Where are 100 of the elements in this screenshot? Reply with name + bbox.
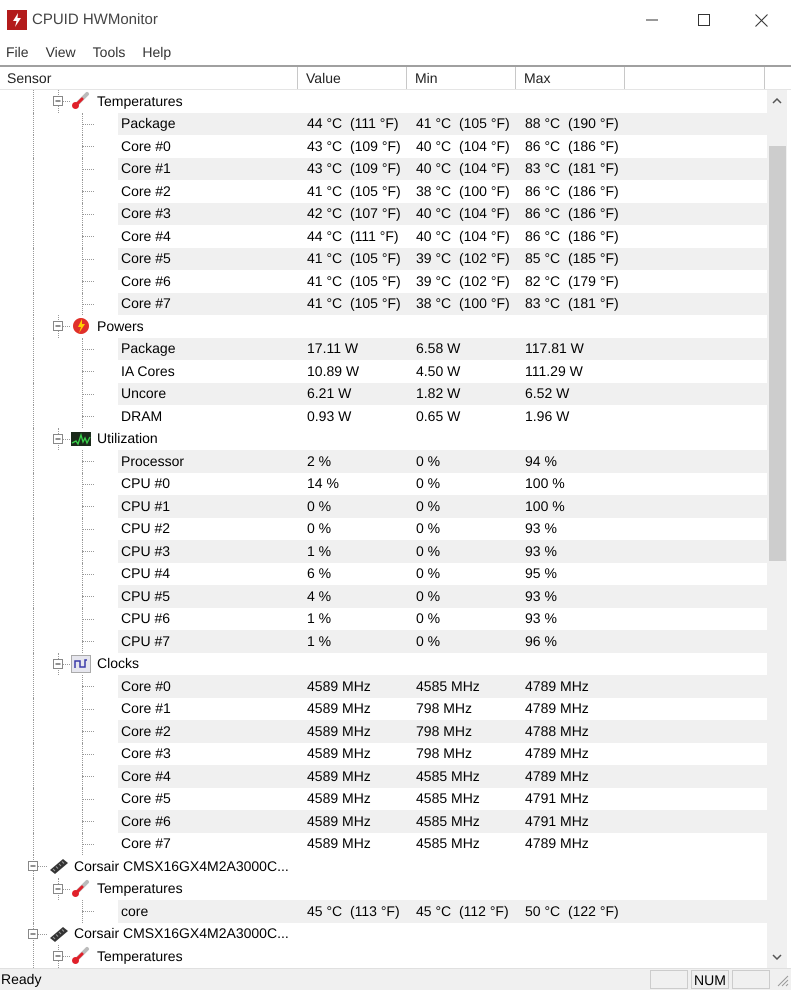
min-cell-text: 0 % (415, 542, 442, 561)
value-cell-text: 6 % (306, 564, 332, 584)
min-cell-text: 0 % (415, 632, 442, 651)
sensor-label[interactable]: Core #5 (118, 788, 298, 810)
sensor-label[interactable]: CPU #5 (118, 586, 298, 607)
column-header[interactable]: Max (516, 67, 625, 89)
value-cell-text: 41 °C (105 °F) (306, 294, 402, 314)
sensor-label[interactable]: DRAM (118, 406, 298, 427)
device-label[interactable]: Corsair CMSX16GX4M2A3000C... (74, 856, 289, 877)
group-label[interactable]: Temperatures (97, 946, 183, 967)
value-cell-text: 41 °C (105 °F) (306, 182, 402, 201)
sensor-label[interactable]: Core #4 (118, 226, 298, 247)
resize-grip-icon[interactable] (775, 972, 789, 986)
sensor-label[interactable]: Package (118, 113, 298, 134)
min-cell-text: 41 °C (105 °F) (415, 114, 511, 134)
sensor-label[interactable]: Core #7 (118, 293, 298, 314)
sensor-label[interactable]: Core #1 (118, 158, 298, 180)
value-cell-text: 4589 MHz (306, 766, 372, 786)
sensor-label[interactable]: Core #4 (118, 766, 298, 787)
sensor-label[interactable]: Core #3 (118, 743, 298, 764)
value-cell-text: 1 % (306, 609, 332, 628)
window-title: CPUID HWMonitor (32, 10, 158, 30)
min-cell-text: 0 % (415, 609, 442, 628)
value-cell-text: 4589 MHz (306, 676, 372, 696)
min-cell-text: 798 MHz (415, 722, 474, 741)
tree-expander[interactable] (28, 861, 38, 871)
max-cell-text: 85 °C (185 °F) (524, 249, 620, 268)
menu-item[interactable]: View (46, 42, 76, 63)
menu-item[interactable]: File (6, 42, 29, 63)
min-cell-text: 0 % (415, 564, 442, 584)
sensor-label[interactable]: CPU #6 (118, 608, 298, 630)
sensor-label[interactable]: Uncore (118, 383, 298, 404)
max-cell-text: 93 % (524, 586, 558, 606)
thermometer-icon (70, 946, 92, 966)
sensor-label[interactable]: Package (118, 338, 298, 360)
min-cell-text: 4585 MHz (415, 676, 481, 696)
tree-expander[interactable] (53, 884, 63, 894)
sensor-label[interactable]: Core #6 (118, 270, 298, 292)
group-label[interactable]: Temperatures (97, 878, 183, 900)
close-icon[interactable] (755, 14, 768, 26)
max-cell-text: 4789 MHz (524, 834, 590, 854)
scroll-thumb[interactable] (768, 146, 786, 561)
scroll-down-icon[interactable] (772, 954, 782, 960)
sensor-label[interactable]: CPU #4 (118, 563, 298, 584)
value-cell-text: 17.11 W (306, 339, 360, 358)
tree-expander[interactable] (53, 658, 63, 668)
tree-expander[interactable] (53, 96, 63, 106)
min-cell-text: 4585 MHz (415, 766, 481, 786)
sensor-label[interactable]: CPU #2 (118, 518, 298, 540)
sensor-label[interactable]: Core #6 (118, 810, 298, 832)
sensor-label[interactable]: CPU #1 (118, 496, 298, 517)
scrollbar[interactable] (767, 90, 787, 968)
thermometer-icon (70, 91, 92, 111)
sensor-label[interactable]: Core #0 (118, 676, 298, 697)
value-cell-text: 45 °C (113 °F) (306, 902, 401, 921)
value-cell-text: 1 % (306, 632, 332, 651)
sensor-label[interactable]: Core #1 (118, 698, 298, 720)
column-header[interactable]: Sensor (0, 67, 298, 89)
column-header[interactable]: Min (407, 67, 516, 89)
sensor-label[interactable]: Core #7 (118, 833, 298, 854)
group-label[interactable]: Utilization (97, 428, 158, 450)
group-label[interactable]: Powers (97, 316, 144, 337)
max-cell-text: 4789 MHz (524, 699, 590, 718)
waveform-icon (70, 654, 92, 674)
menu-item[interactable]: Tools (92, 42, 126, 63)
sensor-label[interactable]: core (118, 900, 298, 922)
tree-expander[interactable] (28, 928, 38, 938)
scroll-up-icon[interactable] (772, 98, 782, 104)
device-label[interactable]: Corsair CMSX16GX4M2A3000C... (74, 923, 289, 944)
value-cell-text: 10.89 W (306, 362, 360, 381)
menu-item[interactable]: Help (142, 42, 172, 63)
minimize-icon[interactable] (646, 19, 658, 21)
min-cell-text: 40 °C (104 °F) (415, 204, 511, 224)
sensor-label[interactable]: Processor (118, 450, 298, 472)
column-header[interactable]: Value (298, 67, 407, 89)
tree-expander[interactable] (53, 321, 63, 331)
max-cell-text: 4791 MHz (524, 812, 590, 831)
min-cell-text: 38 °C (100 °F) (415, 182, 511, 201)
sensor-label[interactable]: IA Cores (118, 360, 298, 382)
sensor-label[interactable]: Core #2 (118, 720, 298, 742)
sensor-label[interactable]: Core #0 (118, 136, 298, 157)
sensor-label[interactable]: Core #5 (118, 248, 298, 270)
sensor-label[interactable]: Core #3 (118, 203, 298, 224)
maximize-icon[interactable] (698, 14, 710, 26)
max-cell-text: 100 % (524, 474, 566, 494)
max-cell-text: 93 % (524, 609, 558, 628)
status-panel (650, 970, 688, 989)
tree-expander[interactable] (53, 434, 63, 444)
app-logo-icon (7, 10, 27, 30)
sensor-label[interactable]: CPU #0 (118, 473, 298, 494)
value-cell-text: 4589 MHz (306, 744, 372, 764)
sensor-label[interactable]: Core #2 (118, 180, 298, 202)
sensor-label[interactable]: CPU #7 (118, 630, 298, 652)
group-label[interactable]: Temperatures (97, 90, 183, 112)
min-cell-text: 40 °C (104 °F) (415, 226, 511, 246)
min-cell-text: 4585 MHz (415, 812, 481, 831)
sensor-label[interactable]: CPU #3 (118, 540, 298, 562)
group-label[interactable]: Clocks (97, 653, 140, 674)
tree-expander[interactable] (53, 951, 63, 961)
value-cell-text: 0.93 W (306, 406, 352, 426)
